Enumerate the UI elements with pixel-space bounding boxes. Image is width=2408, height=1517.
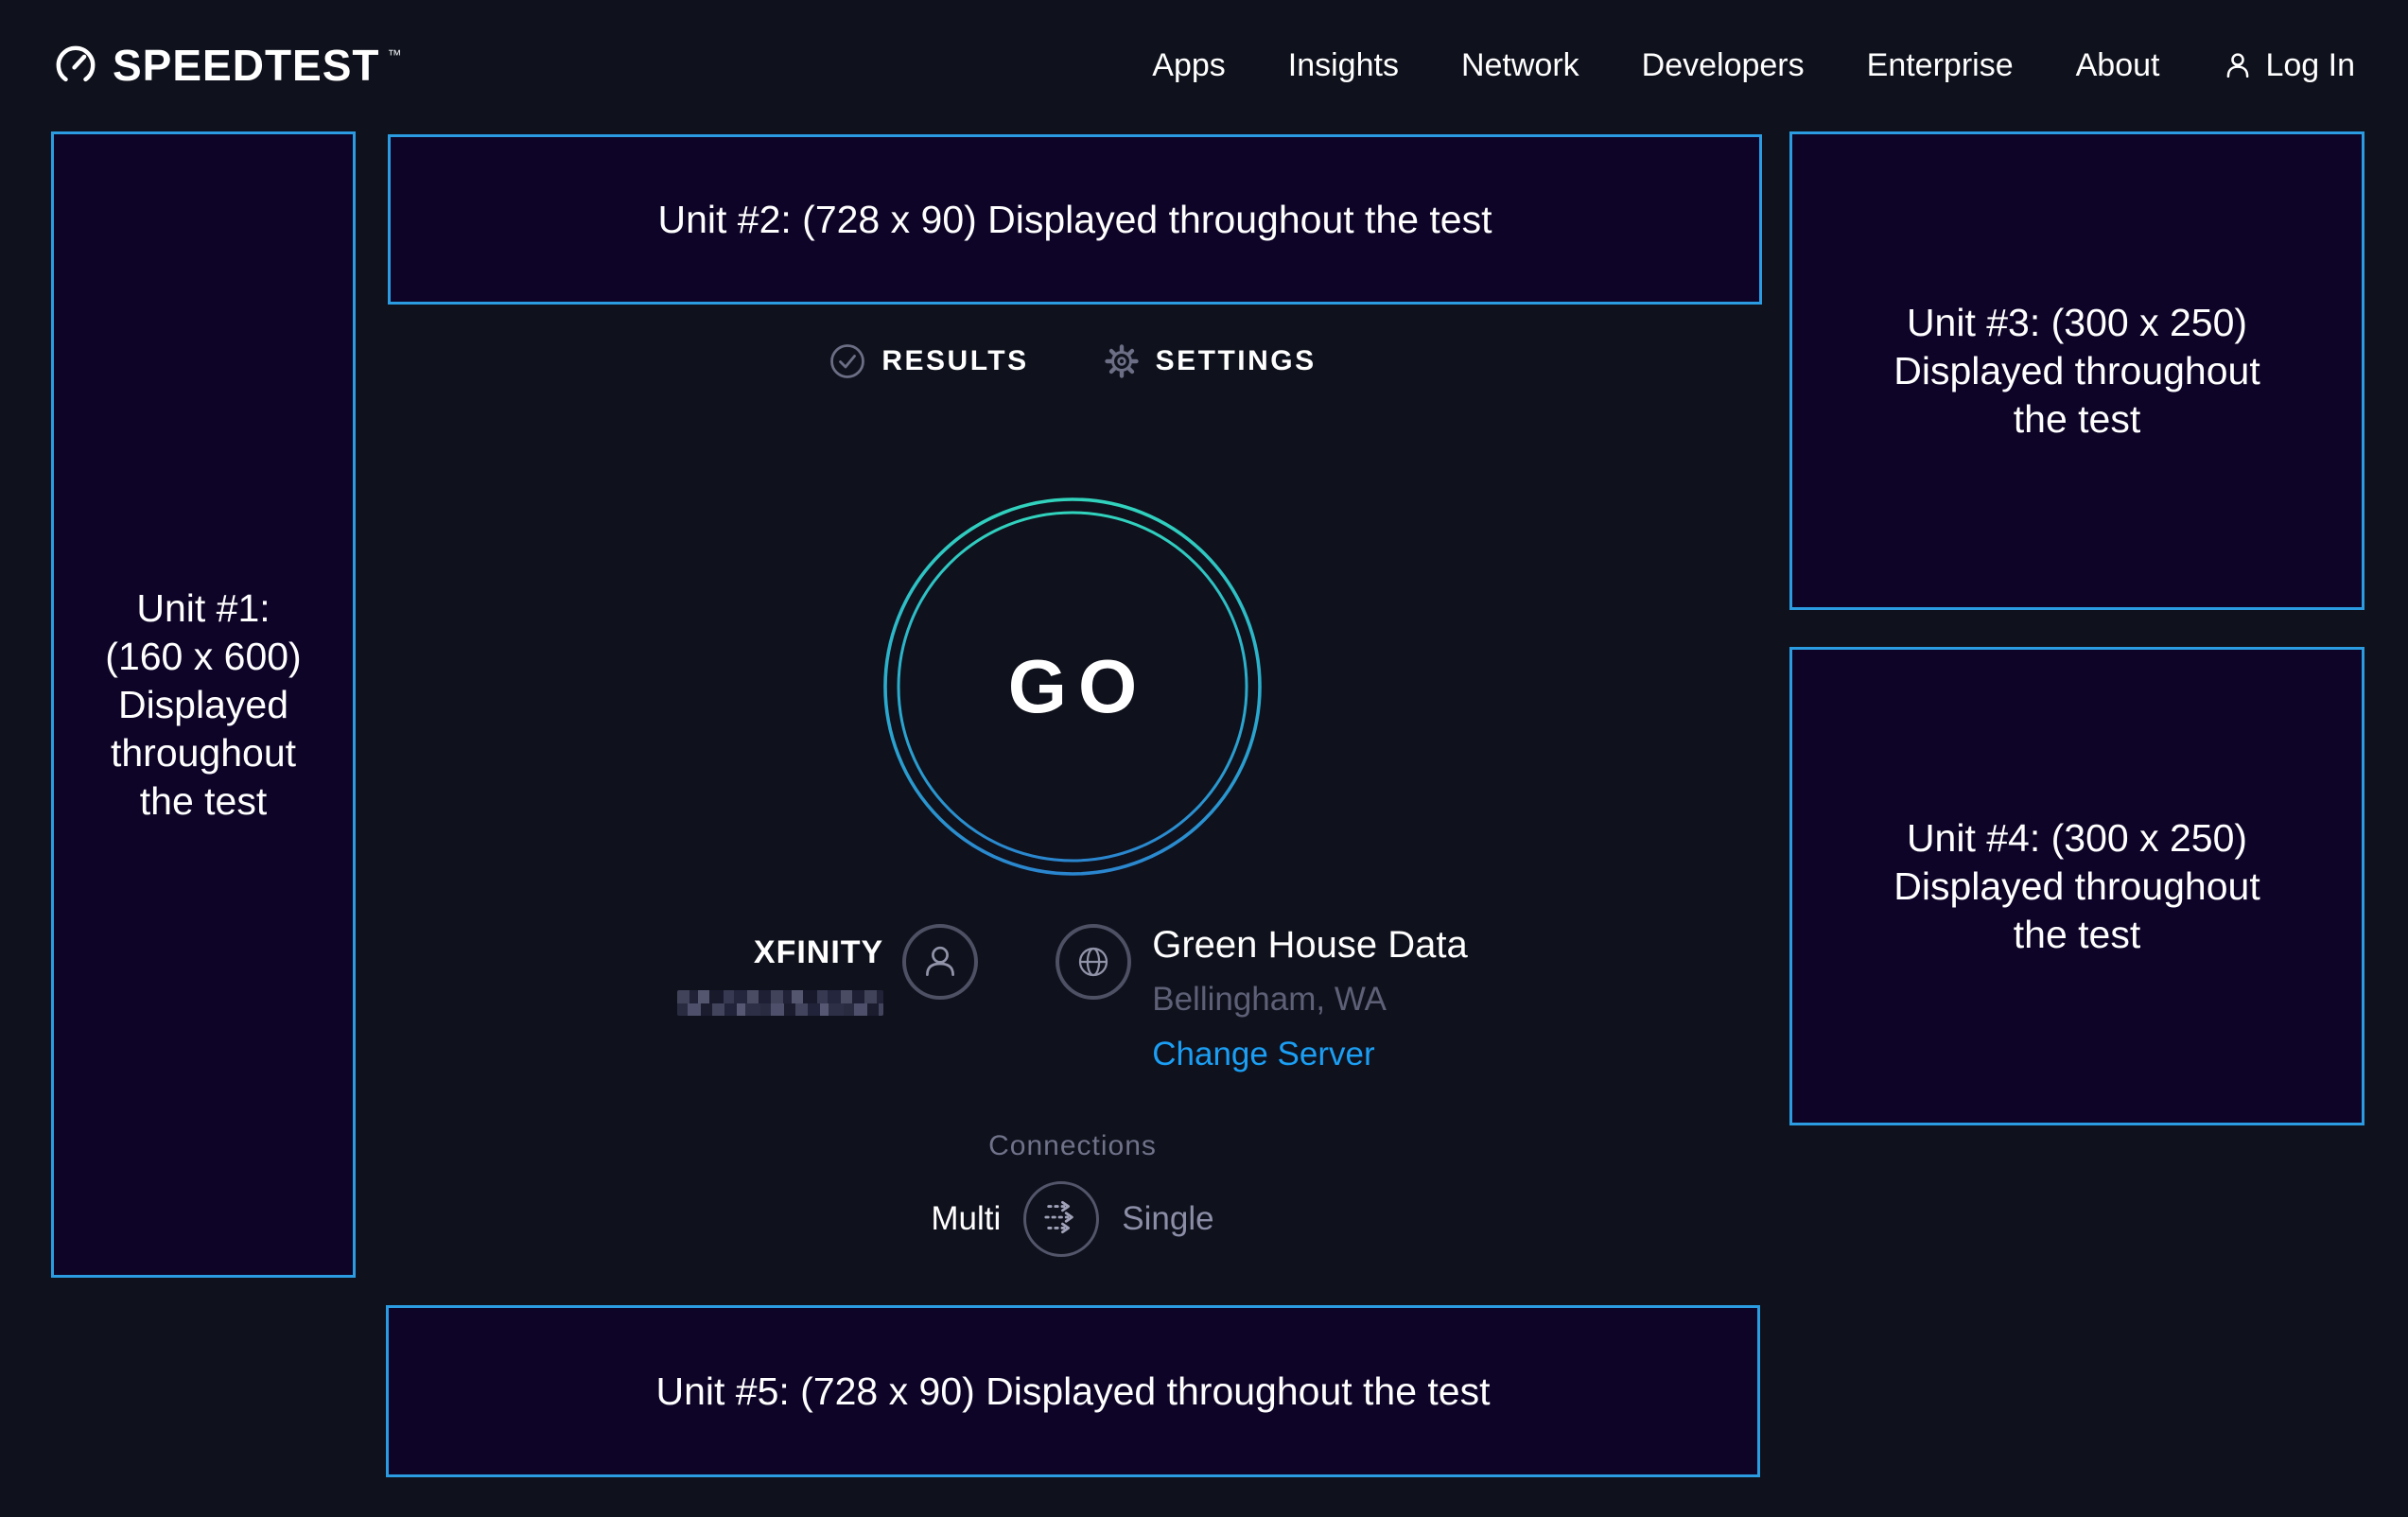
ad-unit-3[interactable]: Unit #3: (300 x 250) Displayed throughou… [1789, 131, 2364, 610]
ad-unit-1-line: Unit #1: [136, 584, 270, 633]
server-block: Green House Data Bellingham, WA Change S… [1056, 922, 1468, 1073]
gear-icon [1103, 342, 1141, 380]
server-name: Green House Data [1152, 924, 1468, 966]
ad-unit-4-line: the test [2014, 911, 2140, 959]
speedtest-logo[interactable]: SPEEDTEST ™ [54, 40, 402, 91]
tab-settings-label: SETTINGS [1156, 345, 1317, 377]
user-circle-icon[interactable] [902, 924, 978, 1000]
ad-unit-5[interactable]: Unit #5: (728 x 90) Displayed throughout… [386, 1305, 1760, 1477]
nav-item-insights[interactable]: Insights [1288, 47, 1399, 84]
go-button[interactable]: GO [882, 497, 1263, 877]
ad-unit-1[interactable]: Unit #1: (160 x 600) Displayed throughou… [51, 131, 356, 1278]
ad-unit-5-text: Unit #5: (728 x 90) Displayed throughout… [655, 1368, 1490, 1416]
nav-item-enterprise[interactable]: Enterprise [1867, 47, 2014, 84]
connections-section: Connections Multi Single [356, 1130, 1789, 1257]
nav-item-about[interactable]: About [2076, 47, 2160, 84]
login-label: Log In [2265, 47, 2355, 84]
nav-item-apps[interactable]: Apps [1152, 47, 1226, 84]
connections-toggle[interactable] [1023, 1181, 1099, 1257]
isp-name[interactable]: XFINITY [754, 935, 883, 969]
ad-unit-3-line: the test [2014, 395, 2140, 444]
ad-unit-1-line: throughout [111, 729, 296, 777]
speedometer-icon [54, 44, 97, 87]
ad-unit-3-line: Unit #3: (300 x 250) [1907, 299, 2247, 347]
ad-unit-3-line: Displayed throughout [1893, 347, 2260, 395]
connections-option-single[interactable]: Single [1122, 1200, 1213, 1238]
nav-item-network[interactable]: Network [1461, 47, 1579, 84]
ad-unit-1-line: the test [140, 777, 267, 826]
ad-unit-4[interactable]: Unit #4: (300 x 250) Displayed throughou… [1789, 647, 2364, 1125]
user-icon [2222, 49, 2254, 81]
connections-row: Multi Single [931, 1181, 1213, 1257]
connections-option-multi[interactable]: Multi [931, 1200, 1001, 1238]
top-nav: SPEEDTEST ™ Apps Insights Network Develo… [0, 0, 2408, 131]
isp-block: XFINITY [677, 922, 978, 1016]
ad-unit-4-line: Displayed throughout [1893, 863, 2260, 911]
multi-arrows-icon [1025, 1181, 1097, 1258]
tab-results[interactable]: RESULTS [829, 342, 1028, 380]
connections-label: Connections [988, 1130, 1157, 1162]
check-circle-icon [829, 342, 866, 380]
isp-text: XFINITY [677, 935, 883, 1016]
nav-menu: Apps Insights Network Developers Enterpr… [1152, 47, 2355, 84]
ad-unit-1-line: (160 x 600) [105, 633, 301, 681]
tabs-row: RESULTS SETTINGS [356, 342, 1789, 380]
ad-unit-2-text: Unit #2: (728 x 90) Displayed throughout… [657, 196, 1492, 244]
login-button[interactable]: Log In [2222, 47, 2355, 84]
ad-unit-2[interactable]: Unit #2: (728 x 90) Displayed throughout… [388, 134, 1762, 305]
go-button-rings [882, 497, 1263, 877]
change-server-link[interactable]: Change Server [1152, 1036, 1374, 1073]
logo-trademark: ™ [388, 47, 402, 63]
logo-text: SPEEDTEST [113, 40, 380, 91]
server-location: Bellingham, WA [1152, 981, 1387, 1019]
connection-info-row: XFINITY Green House Data Bellingham, WA … [356, 922, 1789, 1073]
ad-unit-1-line: Displayed [118, 681, 288, 729]
tab-settings[interactable]: SETTINGS [1103, 342, 1317, 380]
nav-item-developers[interactable]: Developers [1642, 47, 1805, 84]
tab-results-label: RESULTS [881, 345, 1028, 377]
globe-icon[interactable] [1056, 924, 1131, 1000]
isp-ip-redacted [677, 990, 883, 1016]
server-text: Green House Data Bellingham, WA Change S… [1152, 922, 1468, 1073]
ad-unit-4-line: Unit #4: (300 x 250) [1907, 814, 2247, 863]
